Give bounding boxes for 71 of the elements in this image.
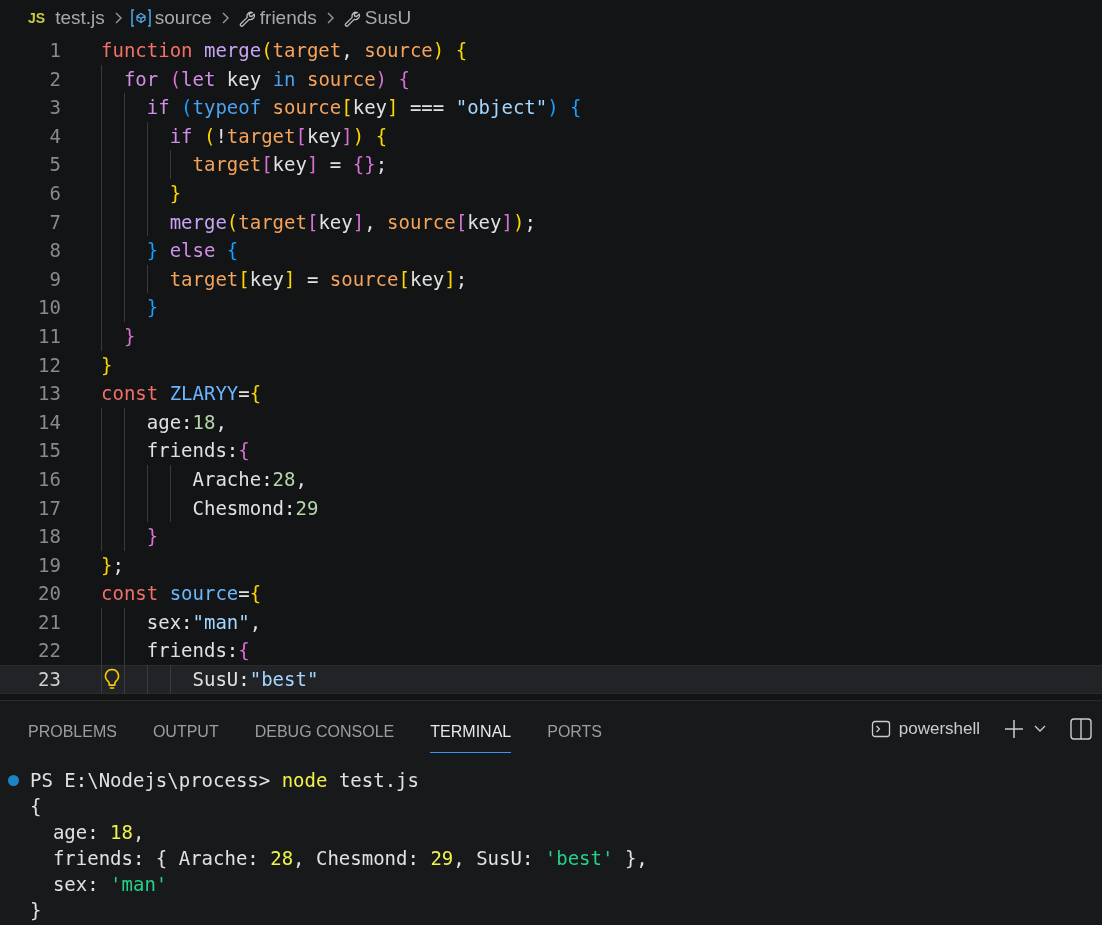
code-line: const ZLARYY={ [101, 381, 262, 407]
line-number: 6 [48, 180, 61, 206]
terminal-output-line: friends: { Arache: 28, Chesmond: 29, SusU: 'best' }, [51, 846, 648, 871]
terminal-output-line: } [30, 898, 42, 923]
breadcrumb-item[interactable]: SusU [364, 7, 412, 29]
line-number: 22 [37, 638, 61, 664]
terminal-output-line: age: 18, [51, 820, 145, 845]
line-number: 20 [37, 581, 61, 607]
code-line: friends:{ [101, 636, 250, 666]
lightbulb-icon[interactable] [103, 668, 121, 691]
code-line: friends:{ [101, 436, 250, 465]
panel-tab[interactable]: PROBLEMS [28, 709, 117, 753]
breadcrumb-item[interactable]: friends [259, 7, 317, 29]
breadcrumb-item[interactable]: source [154, 7, 212, 29]
code-line: } [101, 178, 182, 208]
code-line: }; [101, 552, 124, 578]
line-number: 8 [48, 238, 61, 264]
panel-tab[interactable]: DEBUG CONSOLE [254, 709, 395, 753]
line-number: 10 [37, 295, 61, 321]
terminal-icon [870, 719, 891, 739]
panel-tab[interactable]: TERMINAL [430, 709, 512, 753]
line-number: 16 [37, 466, 61, 492]
javascript-file-icon: JS [28, 10, 46, 26]
line-number: 19 [37, 552, 61, 578]
line-number: 15 [37, 438, 61, 464]
code-line: const source={ [101, 581, 262, 607]
code-line: age:18, [101, 407, 227, 437]
line-number: 13 [37, 381, 61, 407]
wrench-icon [237, 9, 256, 27]
code-line: SusU:"best" [101, 665, 319, 694]
line-number: 2 [48, 66, 61, 92]
code-line: target[key] = {}; [101, 150, 388, 179]
panel-tab[interactable]: PORTS [547, 709, 603, 753]
line-number: 4 [48, 123, 61, 149]
terminal-output-line: sex: 'man' [51, 872, 168, 897]
code-line: sex:"man", [101, 607, 262, 637]
code-line: Chesmond:29 [101, 493, 319, 523]
line-number: 14 [37, 409, 61, 435]
code-line: } [101, 293, 159, 322]
terminal-profile[interactable]: powershell [870, 719, 980, 739]
breadcrumb-item[interactable]: test.js [55, 7, 105, 29]
line-number: 17 [37, 495, 61, 521]
line-number: 23 [37, 667, 61, 693]
line-number: 11 [37, 323, 61, 349]
code-line: } [101, 352, 113, 378]
terminal-output-line: { [30, 794, 42, 819]
plus-icon[interactable] [1004, 719, 1024, 739]
code-line: for (let key in source) { [101, 64, 410, 94]
code-line: target[key] = source[key]; [101, 264, 468, 294]
line-number: 1 [48, 38, 61, 63]
chevron-down-icon[interactable] [1034, 725, 1046, 733]
line-number: 7 [48, 209, 61, 235]
panel-tab[interactable]: OUTPUT [152, 709, 219, 753]
line-number: 12 [37, 352, 61, 378]
code-line: Arache:28, [101, 464, 307, 494]
line-number: 21 [37, 609, 61, 635]
line-number: 5 [48, 152, 61, 178]
code-line: merge(target[key], source[key]); [101, 207, 536, 237]
cube-icon [130, 8, 151, 28]
line-number: 9 [48, 266, 61, 292]
split-panel-icon[interactable] [1070, 718, 1092, 740]
line-number: 18 [37, 524, 61, 550]
code-line: function merge(target, source) { [101, 38, 468, 63]
code-line: } [101, 522, 159, 551]
code-line: if (typeof source[key] === "object") { [101, 93, 582, 122]
code-line: } else { [101, 236, 239, 265]
code-line: if (!target[key]) { [101, 121, 388, 151]
line-number: 3 [48, 95, 61, 121]
code-line: } [101, 321, 136, 351]
wrench-icon [342, 9, 361, 27]
terminal-output-line: PS E:\Nodejs\process> node test.js [30, 768, 419, 793]
